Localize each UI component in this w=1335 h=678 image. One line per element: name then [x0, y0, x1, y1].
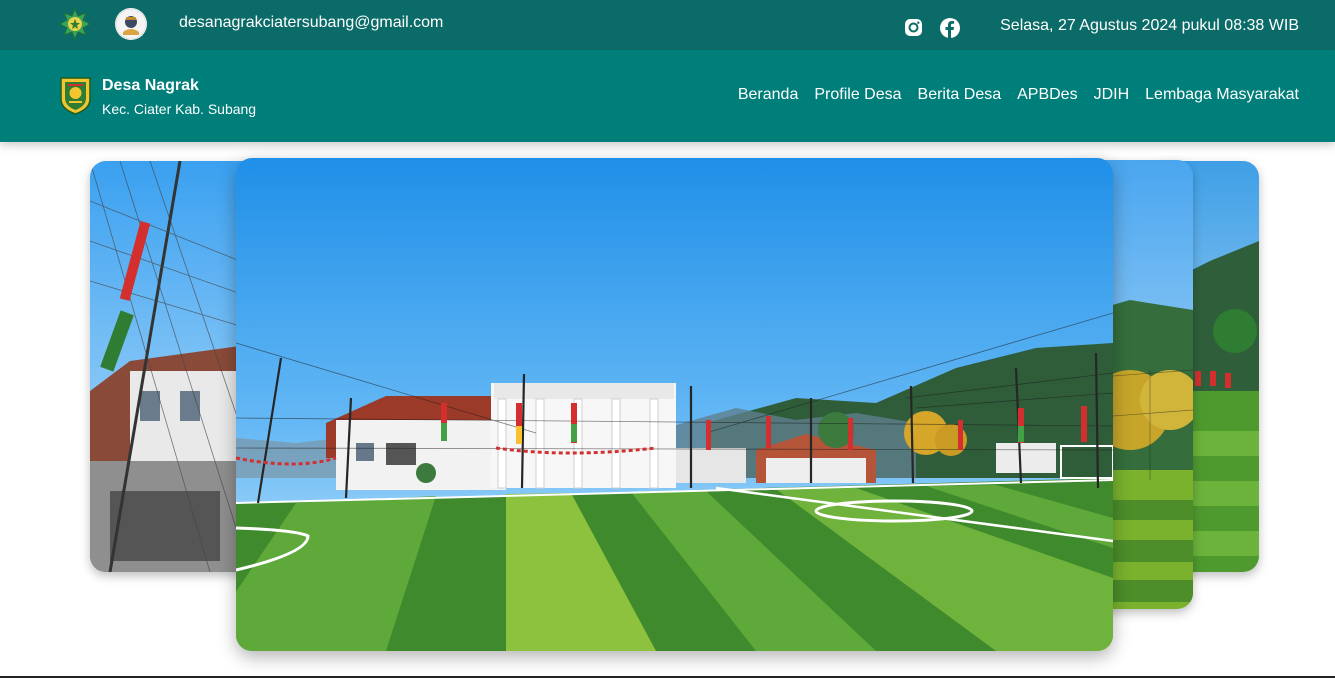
instagram-icon[interactable]: [904, 18, 923, 37]
nav-profile-desa[interactable]: Profile Desa: [814, 86, 901, 104]
organization-logo-icon[interactable]: [58, 7, 92, 41]
village-emblem-icon[interactable]: [59, 75, 92, 115]
carousel-slide-active[interactable]: [236, 158, 1113, 651]
main-navbar: Desa Nagrak Kec. Ciater Kab. Subang Bera…: [0, 50, 1335, 142]
nav-jdih[interactable]: JDIH: [1094, 86, 1130, 104]
nav-berita-desa[interactable]: Berita Desa: [918, 86, 1002, 104]
site-subtitle: Kec. Ciater Kab. Subang: [102, 101, 257, 117]
facebook-icon[interactable]: [940, 18, 960, 38]
site-title[interactable]: Desa Nagrak: [102, 77, 199, 95]
nav-beranda[interactable]: Beranda: [738, 86, 799, 104]
top-bar: desanagrakciatersubang@gmail.com Selasa,…: [0, 0, 1335, 50]
partner-logo-icon[interactable]: [115, 8, 147, 40]
nav-apbdes[interactable]: APBDes: [1017, 86, 1077, 104]
contact-email[interactable]: desanagrakciatersubang@gmail.com: [179, 14, 443, 32]
main-menu: Beranda Profile Desa Berita Desa APBDes …: [738, 86, 1299, 104]
current-datetime: Selasa, 27 Agustus 2024 pukul 08:38 WIB: [1000, 17, 1299, 34]
nav-lembaga-masyarakat[interactable]: Lembaga Masyarakat: [1145, 86, 1299, 104]
